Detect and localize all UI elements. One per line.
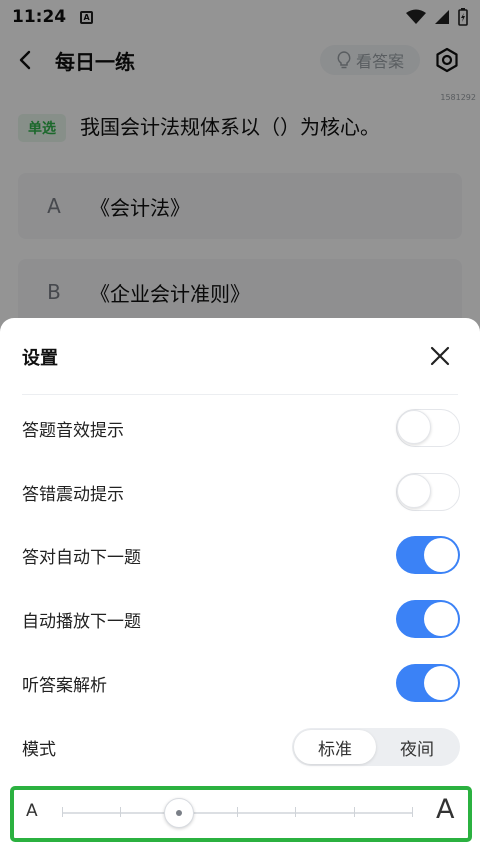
font-size-large-label: A [436, 794, 455, 825]
toggle-knob [397, 410, 431, 444]
setting-label: 自动播放下一题 [22, 611, 141, 632]
close-icon[interactable] [428, 344, 452, 368]
settings-title: 设置 [22, 348, 58, 369]
settings-sheet: 设置 答题音效提示 答错震动提示 答对自动下一题 自动播放下一题 听答案解析 模… [0, 318, 480, 854]
slider-tick [237, 807, 238, 817]
mode-segmented-control: 标准 夜间 [292, 728, 460, 766]
setting-row-answer-sound: 答题音效提示 [22, 406, 460, 450]
font-size-small-label: A [26, 801, 38, 821]
toggle-knob [424, 538, 458, 572]
auto-next-toggle[interactable] [396, 536, 460, 574]
slider-tick [353, 807, 355, 817]
thumb-dot [175, 810, 182, 816]
slider-thumb[interactable] [163, 798, 194, 828]
setting-row-listen-analysis: 听答案解析 [22, 661, 460, 705]
setting-row-mode: 模式 标准 夜间 [22, 725, 460, 769]
listen-analysis-toggle[interactable] [396, 664, 460, 702]
toggle-knob [424, 602, 458, 636]
setting-row-autoplay-next: 自动播放下一题 [22, 597, 460, 641]
toggle-knob [424, 666, 458, 700]
slider-tick [62, 807, 63, 817]
slider-tick [120, 807, 122, 817]
font-size-slider: A A [10, 786, 472, 842]
autoplay-next-toggle[interactable] [396, 600, 460, 638]
answer-sound-toggle[interactable] [396, 409, 460, 447]
slider-tick [295, 807, 297, 817]
setting-label: 答题音效提示 [22, 420, 124, 441]
toggle-knob [397, 474, 431, 508]
mode-night-option[interactable]: 夜间 [376, 730, 458, 764]
setting-row-wrong-vibrate: 答错震动提示 [22, 470, 460, 514]
mode-label: 模式 [22, 739, 56, 760]
setting-label: 听答案解析 [22, 675, 107, 696]
setting-label: 答错震动提示 [22, 484, 124, 505]
divider [22, 394, 458, 395]
wrong-vibrate-toggle[interactable] [396, 473, 460, 511]
slider-track[interactable] [62, 798, 413, 828]
setting-row-auto-next: 答对自动下一题 [22, 533, 460, 577]
setting-label: 答对自动下一题 [22, 547, 141, 568]
mode-standard-option[interactable]: 标准 [294, 730, 376, 764]
slider-tick [412, 807, 413, 817]
